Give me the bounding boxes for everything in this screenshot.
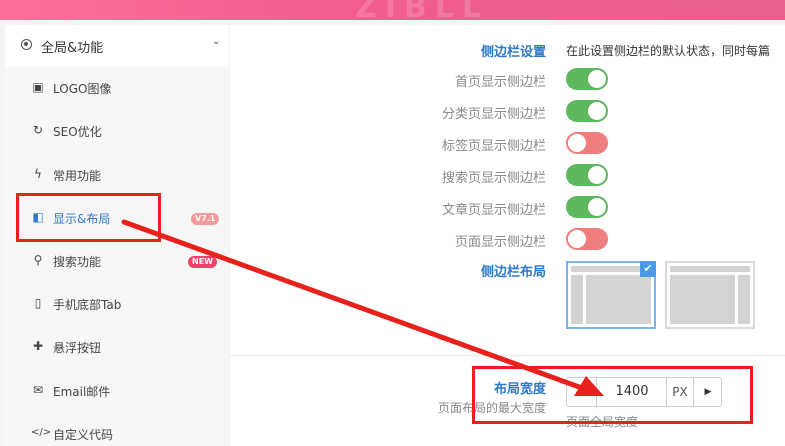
sidebar-item-label: 手机底部Tab xyxy=(53,298,122,312)
sidebar-item-label: SEO优化 xyxy=(53,125,102,139)
toggle-knob xyxy=(588,102,606,120)
sidebar-item-seo[interactable]: ↻ SEO优化 xyxy=(5,110,229,153)
sidebar-item-label: 搜索功能 xyxy=(53,255,102,269)
sidebar-group-global[interactable]: 全局&功能 ⌄ xyxy=(5,25,229,67)
mail-icon: ✉ xyxy=(32,383,44,397)
sidebar-item-label: 常用功能 xyxy=(53,169,102,183)
sidebar-item-common[interactable]: ϟ 常用功能 xyxy=(5,154,229,197)
section-divider xyxy=(230,355,785,356)
layout-option-right-sidebar[interactable]: ✔ xyxy=(566,261,656,329)
toggle-knob xyxy=(568,134,586,152)
highlight-box-width-setting xyxy=(472,366,753,424)
toggle-label: 页面显示侧边栏 xyxy=(454,235,546,250)
toggle-knob xyxy=(588,198,606,216)
layout-option-left-sidebar[interactable] xyxy=(665,261,755,329)
layout-left-sidebar-icon xyxy=(670,266,750,324)
toggle-knob xyxy=(568,230,586,248)
sidebar-item-label: LOGO图像 xyxy=(53,82,112,96)
bolt-icon: ϟ xyxy=(34,167,42,181)
chevron-down-icon: ⌄ xyxy=(212,36,221,47)
selected-check-icon: ✔ xyxy=(640,261,656,277)
pin-icon: ✚ xyxy=(32,339,44,353)
toggle-page-sidebar[interactable] xyxy=(566,228,608,250)
toggle-post-sidebar[interactable] xyxy=(566,196,608,218)
sidebar-item-search[interactable]: ⚲ 搜索功能 NEW xyxy=(5,240,229,283)
toggle-knob xyxy=(588,70,606,88)
toggle-search-sidebar[interactable] xyxy=(566,164,608,186)
toggle-label: 文章页显示侧边栏 xyxy=(441,203,546,218)
new-badge: NEW xyxy=(188,256,217,268)
sidebar-item-custom-code[interactable]: </> 自定义代码 xyxy=(5,413,229,446)
banner-watermark: ZIBLL xyxy=(355,0,490,25)
toggle-tag-sidebar[interactable] xyxy=(566,132,608,154)
sidebar-item-float-button[interactable]: ✚ 悬浮按钮 xyxy=(5,326,229,369)
sidebar-item-label: Email邮件 xyxy=(53,385,111,399)
toggle-home-sidebar[interactable] xyxy=(566,68,608,90)
section-description: 在此设置侧边栏的默认状态，同时每篇 xyxy=(566,44,771,58)
search-icon: ⚲ xyxy=(33,253,43,267)
toggle-label: 标签页显示侧边栏 xyxy=(441,139,546,154)
refresh-icon: ↻ xyxy=(32,123,44,137)
toggle-label: 搜索页显示侧边栏 xyxy=(441,171,546,186)
toggle-category-sidebar[interactable] xyxy=(566,100,608,122)
sidebar-item-mobile-tab[interactable]: ▯ 手机底部Tab xyxy=(5,283,229,326)
toggle-knob xyxy=(588,166,606,184)
sidebar-group-label: 全局&功能 xyxy=(41,41,104,56)
image-icon: ▣ xyxy=(32,80,44,94)
sidebar-item-label: 悬浮按钮 xyxy=(53,341,102,355)
phone-icon: ▯ xyxy=(34,296,42,310)
code-icon: </> xyxy=(31,427,52,438)
toggle-label: 首页显示侧边栏 xyxy=(454,75,546,90)
sidebar-item-logo[interactable]: ▣ LOGO图像 xyxy=(5,67,229,110)
sidebar-item-email[interactable]: ✉ Email邮件 xyxy=(5,370,229,413)
layout-label: 侧边栏布局 xyxy=(480,265,546,280)
top-banner: ZIBLL xyxy=(0,0,785,25)
version-badge: V7.1 xyxy=(191,213,220,225)
sidebar-item-label: 自定义代码 xyxy=(53,428,114,442)
toggle-label: 分类页显示侧边栏 xyxy=(441,107,546,122)
highlight-box-sidebar-item xyxy=(16,193,161,242)
section-title: 侧边栏设置 xyxy=(480,45,546,60)
radio-icon xyxy=(21,39,32,50)
